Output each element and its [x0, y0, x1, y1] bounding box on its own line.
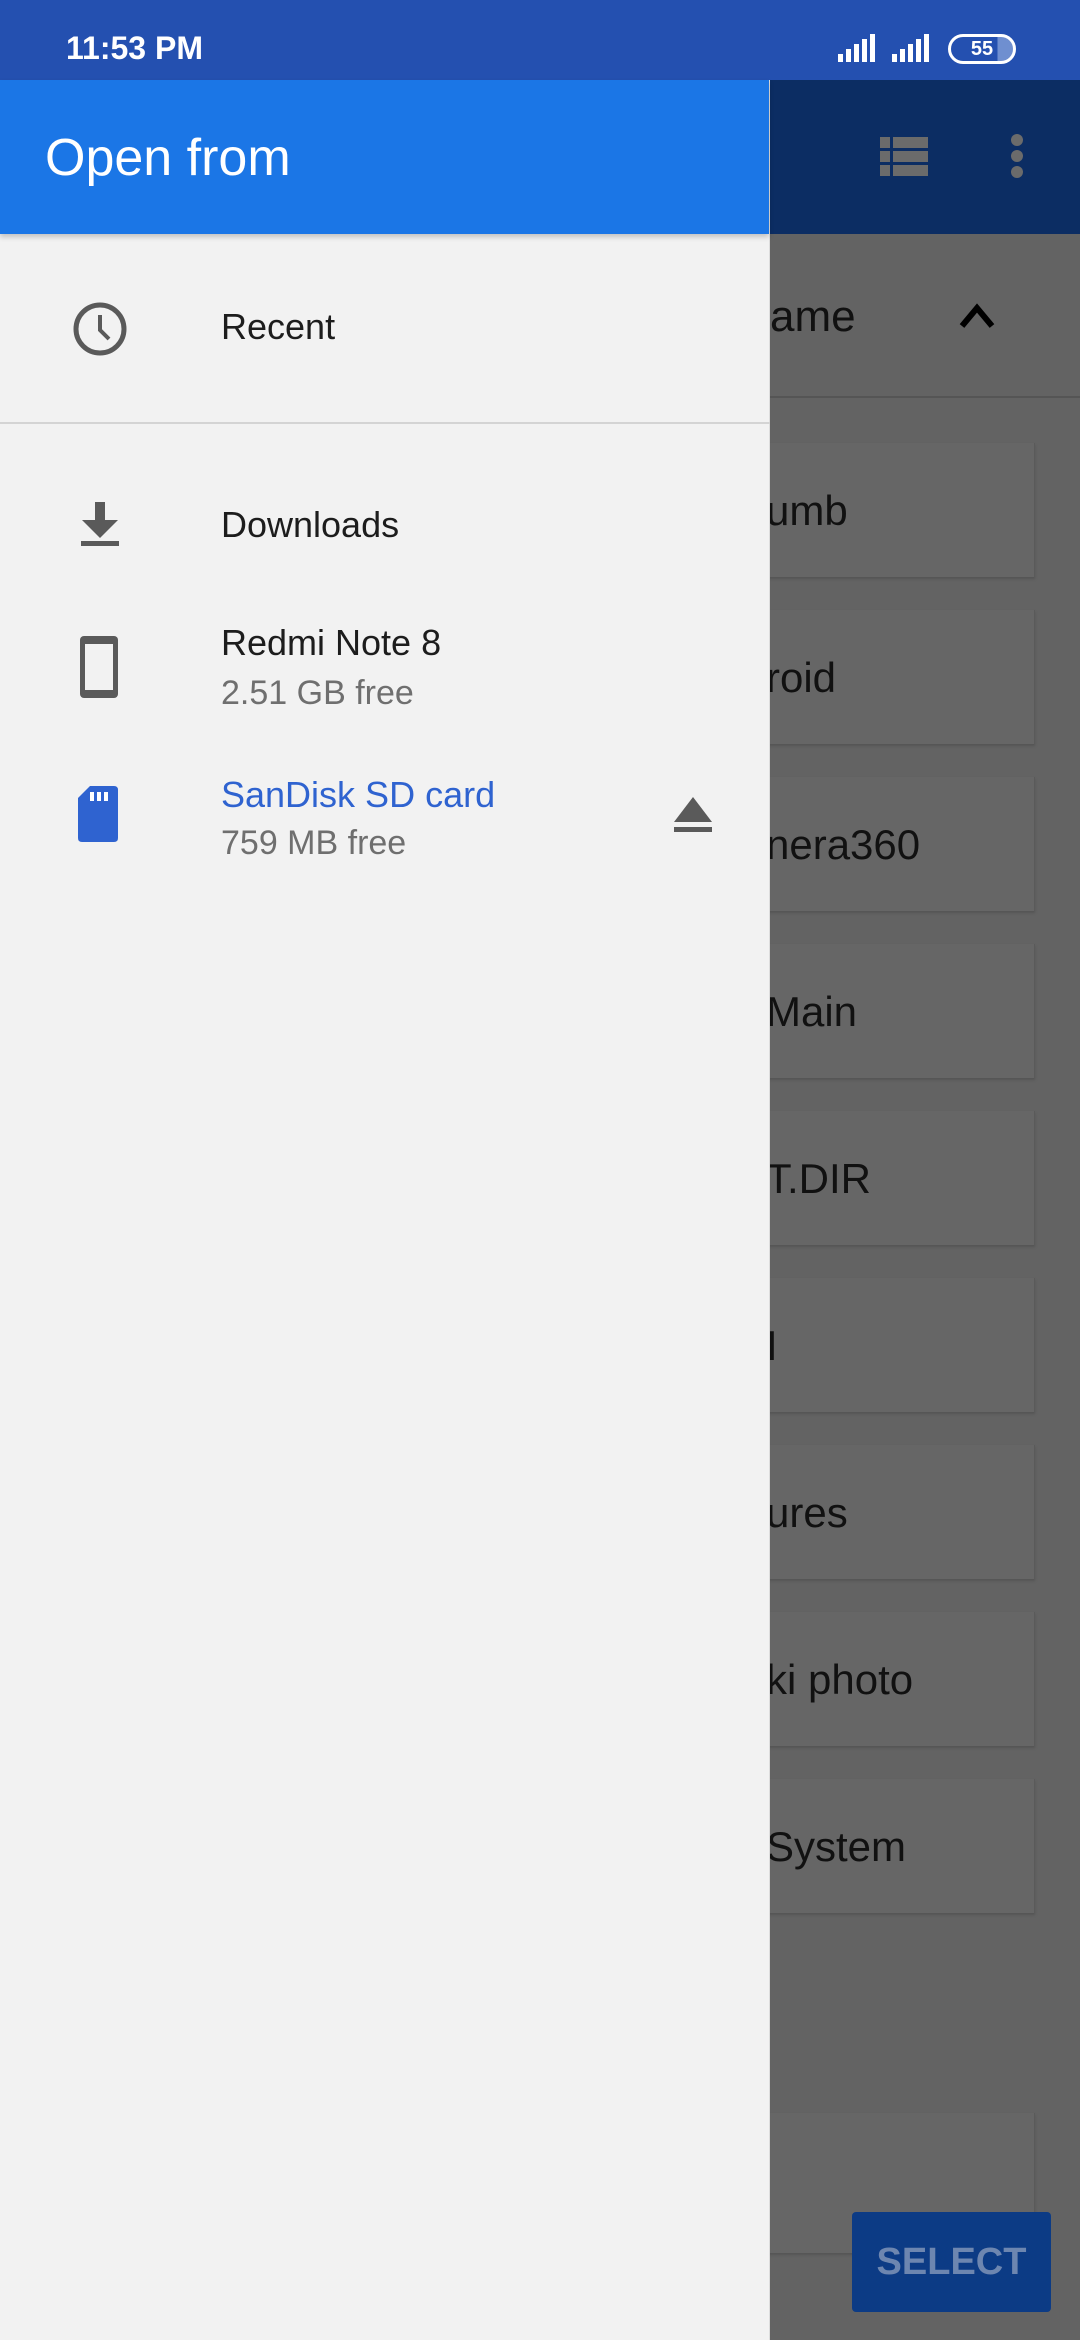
drawer-item-redmi-note-8[interactable]: Redmi Note 8 2.51 GB free	[0, 590, 770, 740]
folder-name: Main	[766, 988, 858, 1035]
drawer-item-free-space: 2.51 GB free	[221, 674, 414, 712]
battery-icon: 55	[948, 34, 1016, 64]
drawer-item-label: SanDisk SD card	[221, 774, 496, 815]
folder-name: System	[766, 1823, 907, 1870]
folder-name: umb	[766, 487, 848, 534]
folder-name: nera360	[766, 821, 921, 868]
drawer-item-free-space: 759 MB free	[221, 824, 407, 862]
folder-name: ki photo	[766, 1656, 914, 1703]
download-icon	[81, 502, 119, 546]
clock-icon	[73, 302, 127, 356]
status-bar: 11:53 PM 55	[0, 0, 1080, 80]
folder-name: roid	[766, 654, 837, 701]
folder-name: ures	[766, 1489, 848, 1536]
list-view-icon[interactable]	[880, 137, 928, 177]
more-options-icon[interactable]	[1010, 133, 1024, 179]
drawer-item-downloads[interactable]: Downloads	[0, 460, 770, 590]
sort-ascending-icon[interactable]	[958, 296, 996, 334]
drawer-item-label: Downloads	[221, 504, 400, 545]
phone-icon	[80, 636, 118, 698]
select-button[interactable]: SELECT	[852, 2212, 1051, 2312]
divider	[0, 422, 770, 424]
eject-icon[interactable]	[672, 795, 714, 835]
drawer-title: Open from	[0, 80, 769, 234]
signal-icon	[838, 34, 875, 62]
drawer-item-label: Recent	[221, 306, 336, 347]
signal-icon	[892, 34, 929, 62]
sort-by-name-label[interactable]: ame	[770, 292, 890, 342]
drawer-item-recent[interactable]: Recent	[0, 234, 770, 422]
drawer-item-label: Redmi Note 8	[221, 622, 442, 663]
folder-name: T.DIR	[766, 1155, 871, 1202]
drawer-item-sandisk-sd-card[interactable]: SanDisk SD card 759 MB free	[0, 740, 770, 890]
status-time: 11:53 PM	[66, 30, 203, 66]
navigation-drawer: Open from Recent Downloads Redmi Note 8 …	[0, 80, 770, 2340]
sd-card-icon	[78, 786, 118, 842]
